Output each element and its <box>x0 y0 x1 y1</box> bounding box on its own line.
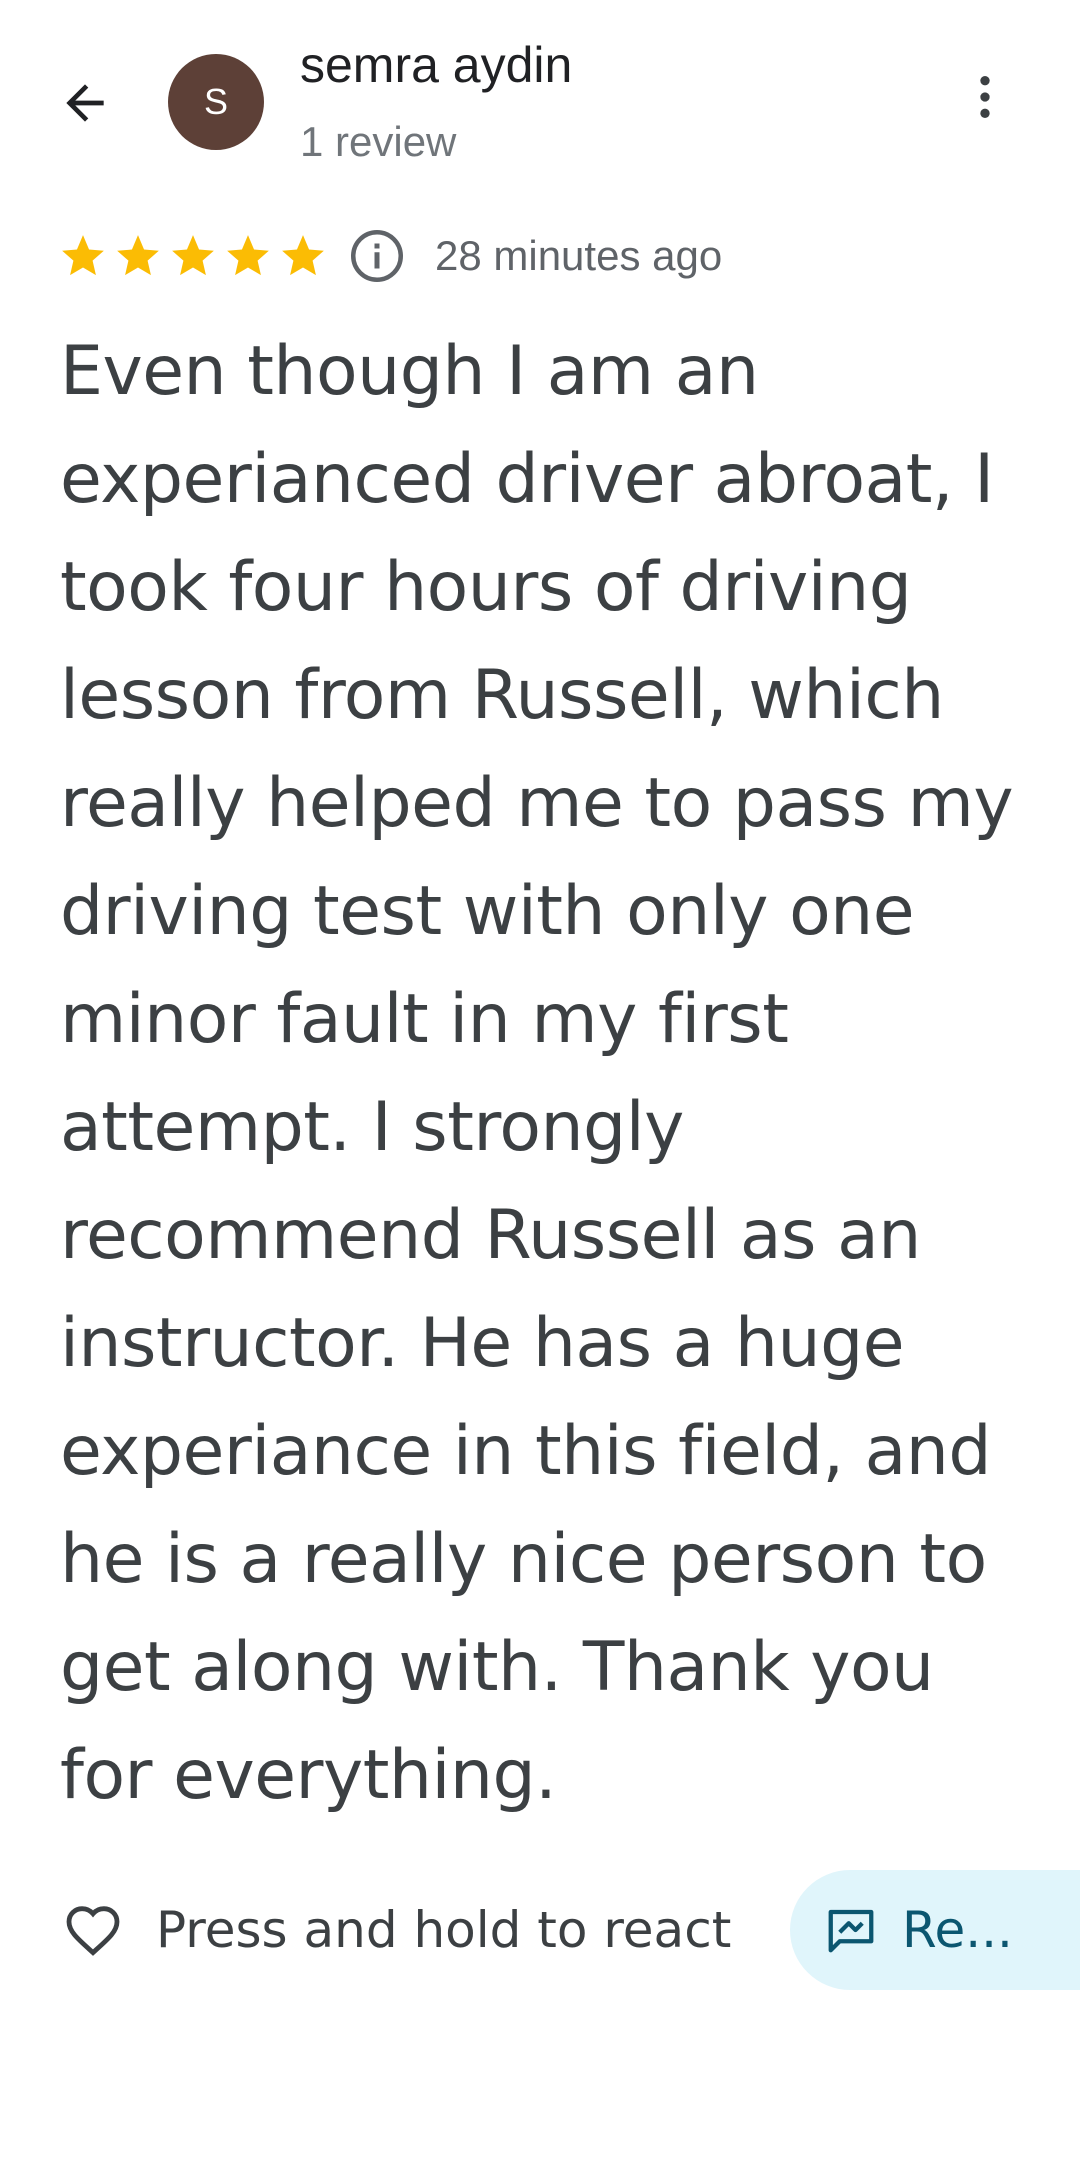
info-icon <box>351 230 403 282</box>
review-actions: Press and hold to react Re... <box>0 1870 1080 1990</box>
more-options-button[interactable] <box>940 52 1030 142</box>
avatar[interactable]: S <box>168 54 264 150</box>
review-detail-page: S semra aydin 1 review 28 minutes ago Ev… <box>0 0 1080 2178</box>
reply-button[interactable]: Re... <box>790 1870 1080 1990</box>
star-icon <box>117 235 159 276</box>
more-vert-icon <box>980 76 990 118</box>
review-timestamp: 28 minutes ago <box>435 232 723 279</box>
review-header: S semra aydin 1 review <box>0 0 1080 210</box>
reviewer-name[interactable]: semra aydin <box>300 36 572 94</box>
heart-outline-icon <box>58 1895 128 1965</box>
star-icon <box>172 235 214 276</box>
rating-row: 28 minutes ago <box>58 226 722 286</box>
star-rating <box>58 231 333 281</box>
star-icon <box>62 235 104 276</box>
star-icon <box>227 235 269 276</box>
react-label: Press and hold to react <box>156 1901 732 1959</box>
react-button[interactable]: Press and hold to react <box>58 1870 731 1990</box>
reply-icon <box>828 1909 874 1953</box>
avatar-initial: S <box>203 81 228 122</box>
back-button[interactable] <box>40 58 130 148</box>
review-text: Even though I am an experianced driver a… <box>60 332 1014 1815</box>
review-count: 1 review <box>300 118 457 165</box>
arrow-back-icon <box>66 84 104 122</box>
star-icon <box>282 235 324 276</box>
reply-label: Re... <box>902 1901 1013 1959</box>
info-button[interactable] <box>347 226 407 286</box>
